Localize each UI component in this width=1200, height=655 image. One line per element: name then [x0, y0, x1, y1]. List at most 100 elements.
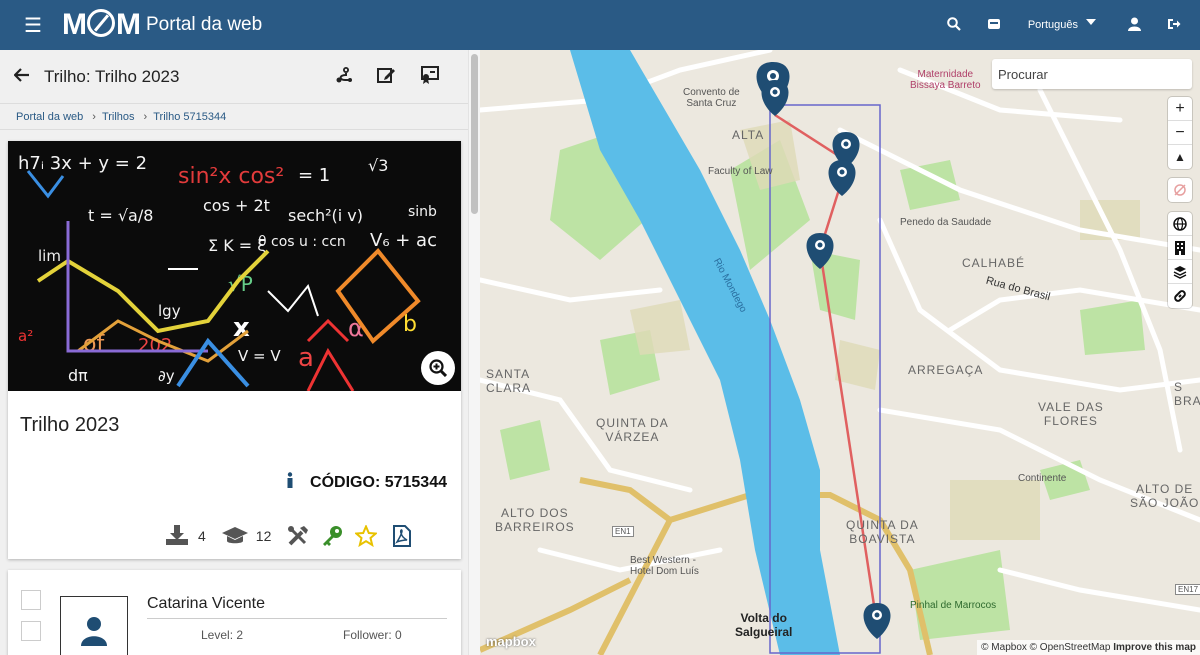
map-label: Convento de Santa Cruz — [683, 87, 740, 109]
map-view[interactable]: Convento de Santa Cruz Maternidade Bissa… — [480, 50, 1200, 655]
link-icon[interactable] — [1168, 284, 1192, 308]
scrollbar-thumb[interactable] — [471, 54, 478, 214]
svg-text:a: a — [298, 343, 314, 373]
map-attribution: © Mapbox © OpenStreetMap Improve this ma… — [977, 640, 1200, 655]
attribution-text[interactable]: © Mapbox © OpenStreetMap — [981, 642, 1110, 653]
edit-icon[interactable] — [377, 66, 397, 86]
logout-icon[interactable] — [1154, 17, 1194, 34]
svg-text:∂y: ∂y — [158, 367, 175, 385]
menu-icon[interactable]: ☰ — [24, 13, 46, 38]
map-label: Penedo da Saudade — [900, 217, 992, 228]
map-label: Volta do Salgueiral — [735, 611, 793, 639]
map-label: ALTO DOS BARREIROS — [495, 506, 575, 534]
graduation-cap-icon[interactable] — [221, 525, 248, 547]
map-label: S BRA — [1174, 380, 1200, 408]
map-layer-controls — [1168, 212, 1192, 308]
svg-text:V = V: V = V — [238, 347, 281, 365]
divider — [147, 618, 447, 619]
svg-text:θ cos u : ccn: θ cos u : ccn — [258, 234, 346, 250]
student-count: 12 — [255, 528, 272, 544]
map-label: SANTA CLARA — [486, 367, 532, 395]
search-icon[interactable] — [934, 16, 974, 34]
svg-text:√3: √3 — [368, 156, 388, 175]
user-level: Level: 2 — [201, 628, 244, 642]
portal-logo[interactable]: MM Portal da web — [62, 8, 262, 42]
checkbox[interactable] — [21, 621, 41, 641]
certificate-icon[interactable] — [419, 66, 439, 86]
breadcrumb-separator: › — [143, 110, 148, 123]
download-icon[interactable] — [166, 525, 190, 547]
globe-icon[interactable] — [1168, 212, 1192, 236]
map-search-input[interactable]: Procurar — [992, 59, 1192, 89]
map-label: ALTA — [732, 128, 765, 142]
scrollbar[interactable] — [468, 50, 480, 655]
trail-name: Trilho 2023 — [20, 414, 120, 436]
language-label: Português — [1027, 19, 1078, 31]
svg-text:sin²x cos²: sin²x cos² — [178, 164, 284, 189]
breadcrumb-separator: › — [92, 110, 96, 123]
svg-text:a²: a² — [18, 327, 33, 345]
map-label: Maternidade Bissaya Barreto — [910, 69, 981, 91]
svg-text:sinb: sinb — [408, 204, 437, 220]
trail-card: h7ᵢ 3x + y = 2 sin²x cos² = 1 √3 t = √a/… — [8, 141, 461, 559]
portal-title: Portal da web — [146, 14, 263, 35]
author-card: Catarina Vicente Level: 2 Follower: 0 — [8, 570, 461, 655]
mapbox-logo[interactable]: mapbox — [486, 634, 536, 649]
map-label: QUINTA DA BOAVISTA — [846, 518, 919, 546]
key-icon[interactable] — [321, 525, 345, 547]
zoom-in-icon — [429, 359, 447, 377]
trail-code: CÓDIGO: 5715344 — [310, 473, 447, 491]
route-icon[interactable] — [335, 66, 355, 86]
map-label: Best Western - Hotel Dom Luís — [630, 555, 699, 577]
chevron-down-icon — [1086, 19, 1096, 25]
zoom-out-button[interactable]: − — [1168, 121, 1192, 145]
map-label: Faculty of Law — [708, 166, 773, 177]
svg-text:lim: lim — [38, 247, 61, 265]
user-name[interactable]: Catarina Vicente — [147, 595, 265, 613]
map-label: Pinhal de Marrocos — [910, 600, 997, 611]
pdf-icon[interactable] — [393, 525, 417, 547]
breadcrumb-home[interactable]: Portal da web — [16, 111, 83, 123]
breadcrumb: Portal da web › Trilhos › Trilho 5715344 — [0, 104, 468, 130]
map-label: ALTO DE SÃO JOÃO — [1130, 482, 1200, 510]
zoom-image-button[interactable] — [421, 351, 455, 385]
building-icon[interactable] — [1168, 236, 1192, 260]
layers-icon[interactable] — [1168, 260, 1192, 284]
user-icon[interactable] — [1114, 17, 1154, 34]
map-label: EN1 — [612, 526, 634, 537]
tools-icon[interactable] — [287, 525, 311, 547]
improve-map-link[interactable]: Improve this map — [1113, 642, 1196, 653]
svg-text:b: b — [403, 312, 417, 337]
svg-text:= 1: = 1 — [298, 165, 330, 186]
map-label: QUINTA DA VÁRZEA — [596, 416, 669, 444]
hide-location-icon[interactable] — [1168, 178, 1192, 202]
map-label: ARREGAÇA — [908, 363, 984, 377]
zoom-in-button[interactable]: + — [1168, 97, 1192, 121]
star-icon[interactable] — [354, 523, 379, 548]
map-canvas[interactable] — [480, 50, 1200, 655]
breadcrumb-current[interactable]: Trilho 5715344 — [153, 111, 226, 123]
left-panel: Trilho: Trilho 2023 Portal da web › Tril… — [0, 50, 480, 655]
map-label: CALHABÉ — [962, 256, 1026, 270]
back-arrow-icon[interactable] — [13, 66, 44, 87]
download-count: 4 — [198, 528, 206, 544]
info-icon[interactable] — [286, 472, 294, 493]
trail-cover-image: h7ᵢ 3x + y = 2 sin²x cos² = 1 √3 t = √a/… — [8, 141, 461, 391]
svg-text:cos + 2t: cos + 2t — [203, 196, 270, 215]
svg-text:V₆ + ac: V₆ + ac — [370, 230, 437, 251]
zoom-controls: + − ▲ — [1168, 97, 1192, 169]
language-select[interactable]: Português — [1028, 19, 1096, 31]
svg-text:dπ: dπ — [68, 366, 88, 385]
checkbox[interactable] — [21, 590, 41, 610]
inbox-icon[interactable] — [974, 17, 1014, 34]
avatar[interactable] — [60, 596, 128, 655]
map-label: Continente — [1018, 473, 1067, 484]
hide-layer-control — [1168, 178, 1192, 202]
page-title: Trilho: Trilho 2023 — [44, 66, 180, 86]
user-followers: Follower: 0 — [343, 628, 402, 642]
compass-button[interactable]: ▲ — [1168, 145, 1192, 169]
svg-text:sech²(i v): sech²(i v) — [288, 206, 363, 225]
top-navbar: ☰ MM Portal da web Português — [0, 0, 1200, 50]
breadcrumb-trails[interactable]: Trilhos — [102, 111, 135, 123]
user-icon — [81, 617, 107, 646]
